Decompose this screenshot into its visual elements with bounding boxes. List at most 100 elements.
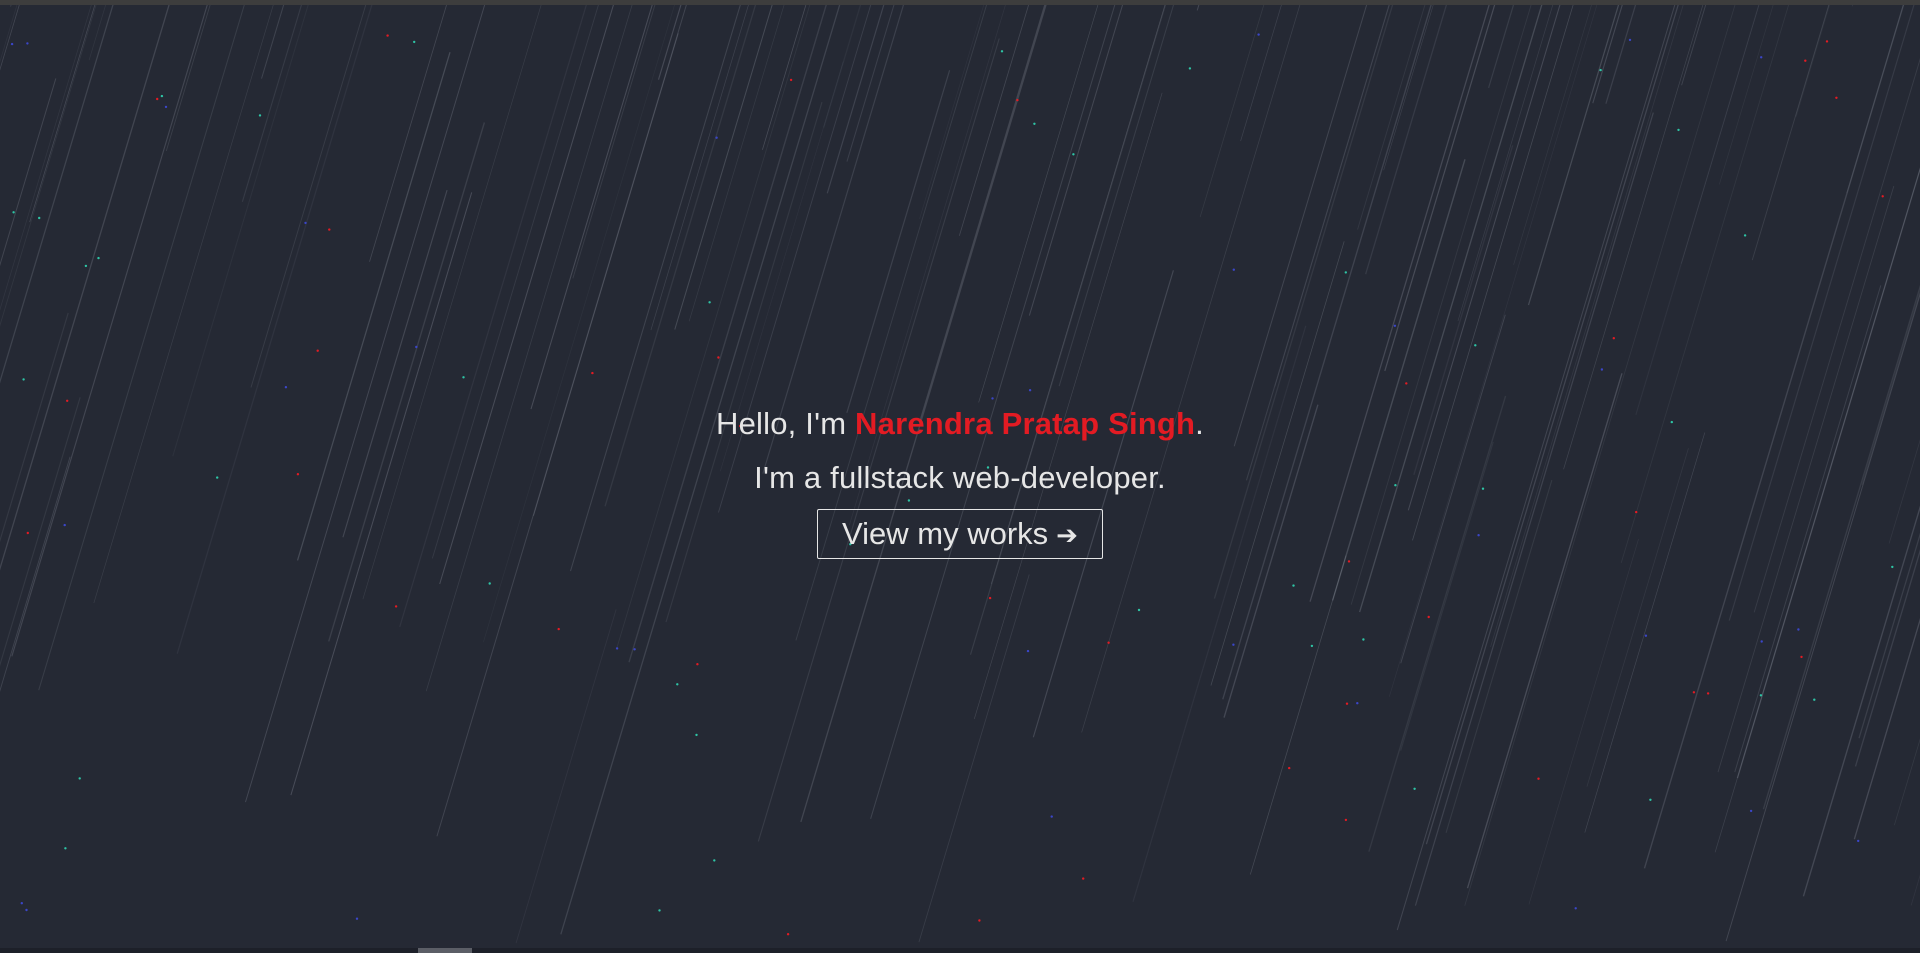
horizontal-scrollbar-thumb[interactable] bbox=[418, 948, 472, 953]
developer-name: Narendra Pratap Singh bbox=[855, 406, 1196, 441]
star-dot bbox=[12, 211, 15, 214]
star-streak bbox=[918, 574, 1030, 943]
star-dot bbox=[1344, 818, 1348, 822]
star-streak bbox=[515, 609, 617, 944]
star-dot bbox=[1362, 638, 1365, 641]
star-streak bbox=[38, 5, 245, 691]
star-dot bbox=[1677, 128, 1680, 132]
star-streak bbox=[628, 5, 827, 663]
star-dot bbox=[415, 345, 418, 349]
star-streak bbox=[1488, 5, 1515, 89]
star-streak bbox=[919, 5, 985, 219]
star-streak bbox=[261, 5, 285, 79]
star-dot bbox=[25, 908, 28, 912]
star-streak bbox=[1081, 5, 1301, 733]
star-dot bbox=[1612, 337, 1616, 340]
greeting-suffix: . bbox=[1195, 406, 1204, 441]
star-streak bbox=[1240, 5, 1282, 142]
star-dot bbox=[1600, 368, 1604, 371]
star-dot bbox=[676, 683, 679, 686]
star-dot bbox=[97, 256, 100, 260]
star-dot bbox=[1347, 560, 1351, 563]
star-dot bbox=[1188, 67, 1192, 70]
star-dot bbox=[615, 647, 619, 650]
greeting-prefix: Hello, I'm bbox=[716, 406, 856, 441]
star-dot bbox=[84, 264, 88, 268]
star-dot bbox=[26, 42, 29, 45]
star-streak bbox=[1527, 5, 1620, 306]
star-dot bbox=[1033, 122, 1036, 126]
star-dot bbox=[1413, 787, 1416, 790]
star-dot bbox=[1537, 777, 1540, 780]
hero-section: Hello, I'm Narendra Pratap Singh. I'm a … bbox=[0, 5, 1920, 948]
star-streak bbox=[425, 5, 633, 692]
star-streak bbox=[1357, 5, 1426, 230]
star-dot bbox=[284, 386, 288, 389]
star-streak bbox=[1592, 5, 1623, 104]
star-dot bbox=[156, 97, 159, 101]
star-dot bbox=[1292, 584, 1295, 587]
star-streak bbox=[1513, 5, 1592, 265]
star-dot bbox=[1628, 38, 1632, 42]
view-my-works-button[interactable]: View my works ➔ bbox=[817, 509, 1103, 559]
star-dot bbox=[715, 136, 718, 139]
star-streak bbox=[1680, 5, 1760, 264]
star-dot bbox=[708, 301, 711, 304]
star-dot bbox=[1393, 324, 1397, 327]
star-dot bbox=[1107, 641, 1110, 644]
star-dot bbox=[462, 376, 465, 379]
star-dot bbox=[717, 356, 720, 359]
star-dot bbox=[591, 371, 594, 375]
star-dot bbox=[988, 596, 992, 600]
star-dot bbox=[355, 917, 359, 920]
star-dot bbox=[1028, 389, 1032, 392]
star-streak bbox=[165, 5, 211, 152]
star-dot bbox=[1574, 907, 1577, 910]
star-dot bbox=[1232, 643, 1235, 646]
view-my-works-label: View my works bbox=[842, 516, 1049, 551]
star-dot bbox=[1000, 50, 1004, 53]
star-streak bbox=[1222, 5, 1432, 700]
star-dot bbox=[1050, 815, 1053, 818]
star-streak bbox=[1528, 538, 1639, 905]
star-dot bbox=[1232, 268, 1236, 271]
star-dot bbox=[1760, 56, 1763, 59]
star-dot bbox=[1344, 271, 1348, 274]
greeting-line: Hello, I'm Narendra Pratap Singh. bbox=[0, 397, 1920, 451]
horizontal-scrollbar-track[interactable] bbox=[0, 948, 1920, 953]
star-dot bbox=[1310, 644, 1314, 648]
star-streak bbox=[1910, 874, 1920, 906]
star-streak bbox=[846, 5, 895, 162]
star-streak bbox=[958, 5, 1030, 236]
star-dot bbox=[1825, 40, 1829, 43]
star-dot bbox=[1749, 809, 1753, 813]
star-streak bbox=[1635, 5, 1760, 416]
star-dot bbox=[789, 78, 793, 82]
star-dot bbox=[1804, 59, 1807, 62]
star-streak bbox=[1858, 532, 1920, 739]
star-dot bbox=[78, 777, 81, 780]
star-streak bbox=[1795, 5, 1831, 117]
star-streak bbox=[1196, 5, 1200, 11]
star-dot bbox=[1835, 96, 1838, 100]
star-streak bbox=[0, 5, 20, 71]
star-dot bbox=[658, 909, 661, 912]
star-dot bbox=[488, 582, 491, 585]
star-dot bbox=[1800, 655, 1803, 659]
star-streak bbox=[657, 5, 682, 80]
star-dot bbox=[1474, 344, 1477, 347]
star-dot bbox=[1692, 691, 1696, 694]
star-dot bbox=[38, 216, 41, 220]
star-streak bbox=[530, 5, 653, 410]
star-dot bbox=[978, 919, 981, 922]
star-dot bbox=[1427, 615, 1430, 619]
star-streak bbox=[978, 5, 1099, 403]
star-dot bbox=[1881, 195, 1884, 198]
star-streak bbox=[1249, 555, 1347, 875]
star-dot bbox=[1345, 702, 1349, 705]
arrow-right-icon: ➔ bbox=[1056, 520, 1078, 550]
star-dot bbox=[1649, 798, 1652, 801]
hero-content: Hello, I'm Narendra Pratap Singh. I'm a … bbox=[0, 397, 1920, 559]
star-dot bbox=[1760, 640, 1763, 643]
star-dot bbox=[413, 40, 416, 44]
